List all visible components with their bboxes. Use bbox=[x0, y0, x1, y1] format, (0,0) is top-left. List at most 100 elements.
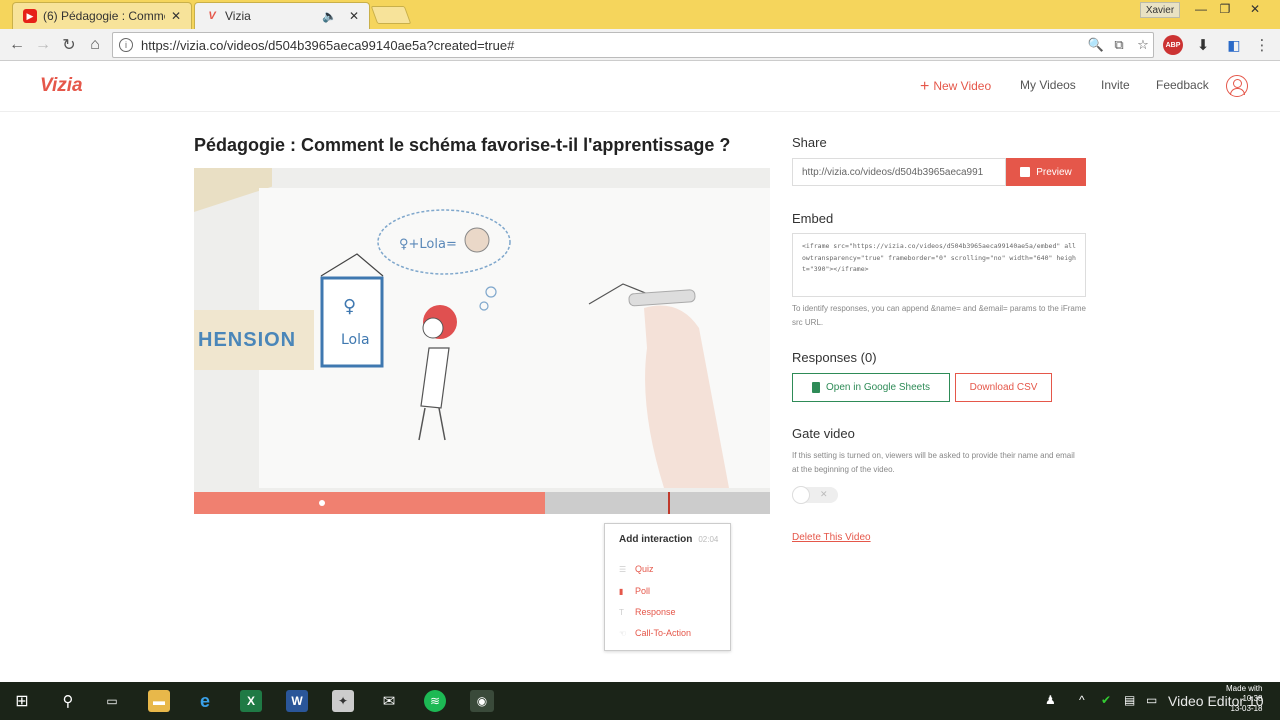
clock-date: 13-03-18 bbox=[1230, 704, 1263, 713]
info-icon[interactable]: i bbox=[119, 38, 133, 52]
pointer-icon: ☜ bbox=[619, 629, 627, 638]
adblock-icon[interactable]: ABP bbox=[1163, 35, 1183, 55]
text-icon: T bbox=[619, 608, 624, 617]
video-player[interactable]: ♀+Lola= ♀ Lola HENSION bbox=[194, 168, 770, 492]
interaction-label: Call-To-Action bbox=[635, 628, 692, 638]
share-label: Share bbox=[792, 135, 827, 150]
home-icon[interactable]: ⌂ bbox=[84, 34, 106, 56]
close-tab-icon[interactable]: ✕ bbox=[171, 9, 181, 23]
playhead-marker[interactable] bbox=[668, 492, 670, 514]
app-header: Vizia + New Video My Videos Invite Feedba… bbox=[0, 62, 1280, 112]
app-icon[interactable]: ✦ bbox=[332, 690, 354, 712]
new-video-label: New Video bbox=[933, 79, 992, 93]
forward-icon[interactable]: → bbox=[32, 34, 54, 56]
popup-time: 02:04 bbox=[698, 535, 719, 544]
edge-icon[interactable]: e bbox=[194, 690, 216, 712]
url-text: https://vizia.co/videos/d504b3965aeca991… bbox=[141, 37, 515, 53]
whiteboard-frame: ♀+Lola= ♀ Lola bbox=[259, 188, 770, 488]
embed-code-box[interactable]: <iframe src="https://vizia.co/videos/d50… bbox=[792, 233, 1086, 297]
mail-icon[interactable]: ✉ bbox=[378, 690, 400, 712]
svg-text:♀: ♀ bbox=[343, 296, 356, 317]
made-with-text: Made with bbox=[1226, 684, 1263, 693]
svg-text:♀+Lola=: ♀+Lola= bbox=[399, 237, 457, 252]
gate-video-note: If this setting is turned on, viewers wi… bbox=[792, 451, 1075, 474]
browser-toolbar: ← → ↻ ⌂ i https://vizia.co/videos/d504b3… bbox=[0, 29, 1280, 61]
word-icon[interactable]: W bbox=[286, 690, 308, 712]
close-tab-icon[interactable]: ✕ bbox=[349, 9, 359, 23]
new-tab-button[interactable] bbox=[370, 6, 412, 24]
embed-note: To identify responses, you can append &n… bbox=[792, 304, 1086, 327]
popup-title: Add interaction bbox=[619, 534, 693, 545]
open-google-sheets-button[interactable]: Open in Google Sheets bbox=[792, 373, 950, 402]
banner-text: HENSION bbox=[194, 310, 314, 370]
search-icon[interactable]: ⚲ bbox=[57, 690, 79, 712]
vizia-logo[interactable]: Vizia bbox=[40, 75, 83, 97]
download-csv-button[interactable]: Download CSV bbox=[955, 373, 1052, 402]
tray-chevron-icon[interactable]: ^ bbox=[1079, 693, 1085, 707]
vizia-page: Vizia + New Video My Videos Invite Feedba… bbox=[0, 62, 1280, 682]
interaction-call-to-action[interactable]: ☜ Call-To-Action bbox=[619, 628, 691, 638]
feedback-link[interactable]: Feedback bbox=[1156, 78, 1209, 92]
back-icon[interactable]: ← bbox=[6, 34, 28, 56]
close-window-icon[interactable]: ✕ bbox=[1242, 0, 1268, 18]
extension-icon[interactable]: ◧ bbox=[1224, 35, 1244, 55]
file-explorer-icon[interactable]: ▬ bbox=[148, 690, 170, 712]
wifi-icon[interactable]: ▭ bbox=[1146, 693, 1157, 707]
edit-icon bbox=[1020, 167, 1031, 177]
profile-chip[interactable]: Xavier bbox=[1140, 2, 1180, 18]
tab-vizia[interactable]: V Vizia 🔈 ✕ bbox=[194, 2, 370, 29]
my-videos-link[interactable]: My Videos bbox=[1020, 78, 1076, 92]
speaker-icon[interactable]: 🔈 bbox=[322, 9, 337, 23]
chrome-icon[interactable]: ◉ bbox=[470, 690, 494, 712]
tab-title: Vizia bbox=[225, 9, 251, 23]
spotify-icon[interactable]: ≋ bbox=[424, 690, 446, 712]
invite-link[interactable]: Invite bbox=[1101, 78, 1130, 92]
translate-icon[interactable]: ⧉ bbox=[1110, 36, 1128, 54]
zoom-icon[interactable]: 🔍 bbox=[1087, 36, 1105, 54]
sheets-label: Open in Google Sheets bbox=[826, 382, 930, 393]
interaction-label: Quiz bbox=[635, 564, 654, 574]
tab-title: (6) Pédagogie : Commen bbox=[43, 9, 165, 23]
address-bar[interactable]: i https://vizia.co/videos/d504b3965aeca9… bbox=[112, 32, 1154, 58]
whiteboard-drawing: ♀+Lola= ♀ Lola bbox=[320, 209, 729, 488]
bookmark-star-icon[interactable]: ☆ bbox=[1134, 36, 1152, 54]
interaction-label: Poll bbox=[635, 586, 651, 596]
browser-tab-strip: ▶ (6) Pédagogie : Commen ✕ V Vizia 🔈 ✕ X… bbox=[0, 0, 1280, 29]
download-icon[interactable]: ⬇ bbox=[1193, 35, 1213, 55]
gate-video-toggle[interactable]: ✕ bbox=[792, 486, 838, 504]
popup-heading: Add interaction 02:04 bbox=[619, 534, 718, 545]
new-video-link[interactable]: + New Video bbox=[920, 78, 991, 96]
clock-time: 10:38 bbox=[1242, 694, 1263, 703]
list-icon: ☰ bbox=[619, 565, 627, 574]
people-icon[interactable]: ♟ bbox=[1045, 693, 1056, 707]
add-interaction-popup: Add interaction 02:04 ☰ Quiz ▮ Poll T Respon… bbox=[604, 523, 731, 651]
tab-youtube[interactable]: ▶ (6) Pédagogie : Commen ✕ bbox=[12, 2, 192, 29]
delete-video-link[interactable]: Delete This Video bbox=[792, 532, 871, 543]
preview-button[interactable]: Preview bbox=[1006, 158, 1086, 186]
restore-icon[interactable]: ❐ bbox=[1212, 0, 1238, 18]
share-url-field[interactable]: http://vizia.co/videos/d504b3965aeca991 bbox=[792, 158, 1006, 186]
interaction-label: Response bbox=[635, 607, 676, 617]
progress-dot[interactable] bbox=[319, 500, 325, 506]
excel-icon[interactable]: X bbox=[240, 690, 262, 712]
embed-label: Embed bbox=[792, 211, 834, 226]
task-view-icon[interactable]: ▭ bbox=[101, 690, 123, 712]
video-title: Pédagogie : Comment le schéma favorise-t… bbox=[194, 135, 731, 155]
interaction-poll[interactable]: ▮ Poll bbox=[619, 586, 650, 596]
windows-start-icon[interactable]: ⊞ bbox=[11, 690, 33, 712]
security-icon[interactable]: ✔ bbox=[1101, 693, 1111, 707]
preview-label: Preview bbox=[1036, 166, 1072, 178]
reload-icon[interactable]: ↻ bbox=[58, 34, 80, 56]
menu-icon[interactable]: ⋮ bbox=[1252, 35, 1272, 55]
interaction-quiz[interactable]: ☰ Quiz bbox=[619, 564, 654, 574]
toggle-off-icon: ✕ bbox=[820, 489, 828, 499]
interaction-response[interactable]: T Response bbox=[619, 607, 676, 617]
windows-taskbar: ⊞ ⚲ ▭ ▬ e X W ✦ ✉ ≋ ◉ ♟ ^ ✔ ▤ ▭ bbox=[0, 682, 1280, 720]
minimize-icon[interactable]: — bbox=[1188, 0, 1214, 18]
taskbar-clock[interactable]: Made with 10:38 13-03-18 bbox=[1226, 684, 1262, 714]
plus-icon: + bbox=[920, 78, 930, 95]
progress-fill bbox=[194, 492, 546, 514]
video-progress-bar[interactable] bbox=[194, 492, 770, 514]
user-avatar-icon[interactable] bbox=[1226, 75, 1248, 97]
network-icon[interactable]: ▤ bbox=[1124, 693, 1135, 707]
